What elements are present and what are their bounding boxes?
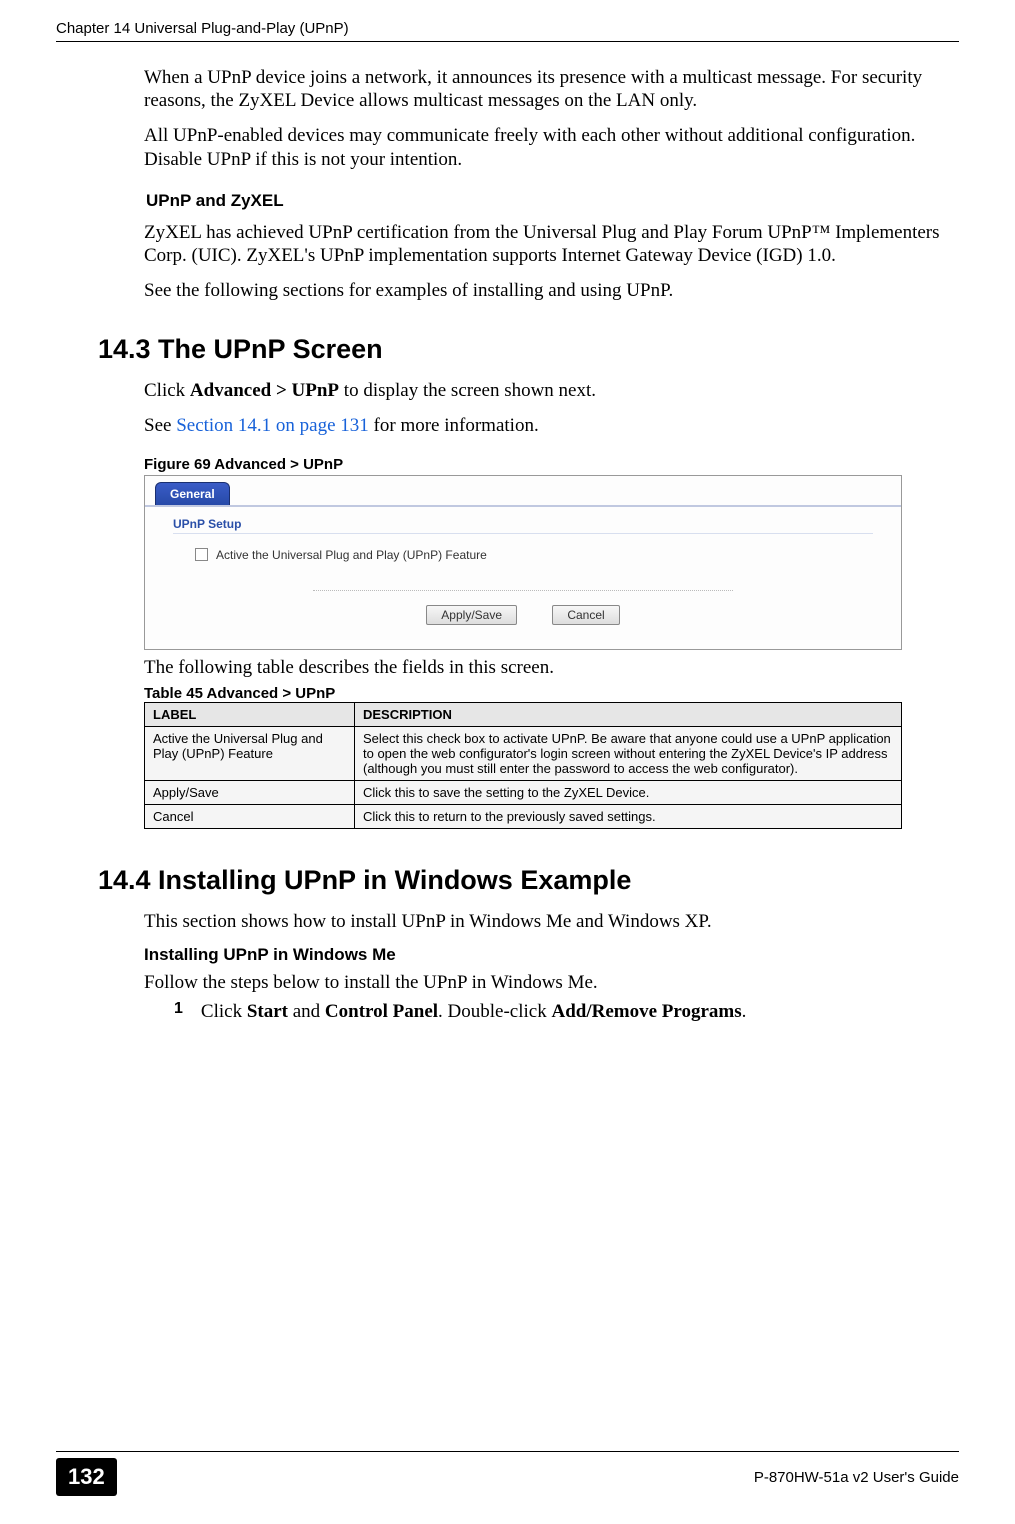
- cell-desc: Click this to return to the previously s…: [355, 804, 902, 828]
- section143-p2: See Section 14.1 on page 131 for more in…: [144, 414, 959, 437]
- tab-row: General: [145, 476, 901, 505]
- text: See: [144, 415, 176, 436]
- th-description: DESCRIPTION: [355, 702, 902, 726]
- cross-ref-link[interactable]: Section 14.1 on page 131: [176, 415, 369, 436]
- cell-label: Active the Universal Plug and Play (UPnP…: [145, 726, 355, 780]
- menu-path: Advanced > UPnP: [190, 380, 339, 401]
- text: Click: [144, 380, 190, 401]
- numbered-step-1: 1 Click Start and Control Panel. Double-…: [174, 1000, 959, 1023]
- upnp-active-checkbox[interactable]: [195, 548, 208, 561]
- sub1-paragraph-2: See the following sections for examples …: [144, 279, 959, 302]
- checkbox-row: Active the Universal Plug and Play (UPnP…: [173, 548, 873, 562]
- footer-rule: [56, 1451, 959, 1452]
- section-heading-14-3: 14.3 The UPnP Screen: [98, 334, 959, 365]
- table-intro: The following table describes the fields…: [144, 656, 959, 679]
- section-heading-14-4: 14.4 Installing UPnP in Windows Example: [98, 865, 959, 896]
- text: and: [288, 1001, 325, 1022]
- text: for more information.: [369, 415, 539, 436]
- th-label: LABEL: [145, 702, 355, 726]
- intro-paragraph-2: All UPnP-enabled devices may communicate…: [144, 124, 959, 170]
- table-header-row: LABEL DESCRIPTION: [145, 702, 902, 726]
- page-number-badge: 132: [56, 1458, 117, 1496]
- cell-label: Cancel: [145, 804, 355, 828]
- running-header: Chapter 14 Universal Plug-and-Play (UPnP…: [56, 20, 959, 37]
- checkbox-label: Active the Universal Plug and Play (UPnP…: [216, 548, 487, 562]
- sub1-paragraph-1: ZyXEL has achieved UPnP certification fr…: [144, 221, 959, 267]
- cell-desc: Select this check box to activate UPnP. …: [355, 726, 902, 780]
- cell-label: Apply/Save: [145, 780, 355, 804]
- section144-p2: Follow the steps below to install the UP…: [144, 971, 959, 994]
- subheading-upnp-zyxel: UPnP and ZyXEL: [98, 191, 959, 211]
- ui-ref-add-remove: Add/Remove Programs: [551, 1001, 741, 1022]
- panel-body: UPnP Setup Active the Universal Plug and…: [145, 505, 901, 649]
- cancel-button[interactable]: Cancel: [552, 605, 619, 625]
- guide-title: P-870HW-51a v2 User's Guide: [754, 1469, 959, 1486]
- apply-save-button[interactable]: Apply/Save: [426, 605, 517, 625]
- tab-general[interactable]: General: [155, 482, 230, 505]
- table-row: Cancel Click this to return to the previ…: [145, 804, 902, 828]
- page-footer: 132 P-870HW-51a v2 User's Guide: [56, 1451, 959, 1496]
- section143-p1: Click Advanced > UPnP to display the scr…: [144, 379, 959, 402]
- text: to display the screen shown next.: [339, 380, 596, 401]
- header-rule: [56, 41, 959, 42]
- intro-paragraph-1: When a UPnP device joins a network, it a…: [144, 66, 959, 112]
- table-row: Active the Universal Plug and Play (UPnP…: [145, 726, 902, 780]
- fields-table: LABEL DESCRIPTION Active the Universal P…: [144, 702, 902, 829]
- table-label: Table 45 Advanced > UPnP: [144, 685, 335, 702]
- table-row: Apply/Save Click this to save the settin…: [145, 780, 902, 804]
- ui-ref-start: Start: [247, 1001, 288, 1022]
- ui-ref-control-panel: Control Panel: [325, 1001, 438, 1022]
- group-label: UPnP Setup: [173, 517, 873, 531]
- subheading-install-me: Installing UPnP in Windows Me: [144, 945, 959, 965]
- group-divider: [173, 533, 873, 534]
- step-text: Click Start and Control Panel. Double-cl…: [201, 1000, 746, 1023]
- figure-label: Figure 69 Advanced > UPnP: [144, 456, 343, 473]
- text: . Double-click: [438, 1001, 551, 1022]
- section144-p1: This section shows how to install UPnP i…: [144, 910, 959, 933]
- cell-desc: Click this to save the setting to the Zy…: [355, 780, 902, 804]
- button-row: Apply/Save Cancel: [313, 590, 733, 625]
- screenshot-upnp-panel: General UPnP Setup Active the Universal …: [144, 475, 902, 650]
- table-caption: Table 45 Advanced > UPnP: [144, 685, 959, 702]
- step-number: 1: [174, 1000, 183, 1023]
- figure-caption: Figure 69 Advanced > UPnP: [144, 456, 959, 473]
- text: .: [742, 1001, 747, 1022]
- text: Click: [201, 1001, 247, 1022]
